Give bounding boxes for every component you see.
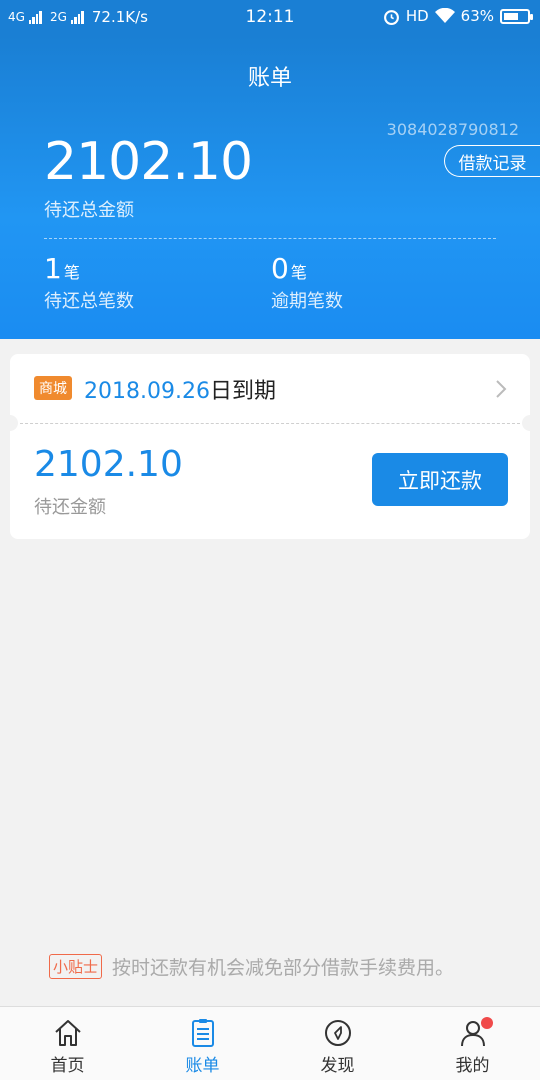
total-amount-label: 待还总金额 xyxy=(44,200,134,221)
pending-count-stat: 1笔 待还总笔数 xyxy=(44,252,134,313)
tab-home-label: 首页 xyxy=(50,1056,85,1076)
battery-icon xyxy=(500,8,533,24)
pending-count: 1 xyxy=(44,252,62,285)
card-divider xyxy=(20,423,520,424)
tab-discover[interactable]: 发现 xyxy=(270,1007,405,1080)
overdue-count-label: 逾期笔数 xyxy=(271,291,343,312)
tips-section: 小贴士 按时还款有机会减免部分借款手续费用。 xyxy=(49,953,454,980)
pending-count-unit: 笔 xyxy=(63,263,80,282)
wifi-icon xyxy=(434,8,455,23)
due-date-text: 2018.09.26日到期 xyxy=(84,373,276,405)
bill-card[interactable]: 商城 2018.09.26日到期 2102.10 待还金额 立即还款 xyxy=(2,354,538,539)
divider xyxy=(44,238,496,239)
loan-record-button[interactable]: 借款记录 xyxy=(444,145,540,177)
notification-dot xyxy=(481,1017,493,1029)
card-notch-right xyxy=(522,415,538,431)
card-notch-left xyxy=(2,415,18,431)
overdue-count-stat: 0笔 逾期笔数 xyxy=(271,252,343,313)
due-date: 2018.09.26 xyxy=(84,379,210,404)
bill-amount: 2102.10 xyxy=(34,444,183,485)
tab-bill[interactable]: 账单 xyxy=(135,1007,270,1080)
bill-icon xyxy=(191,1019,214,1047)
bottom-tab-bar: 首页 账单 发现 我的 xyxy=(0,1006,540,1080)
tab-bill-label: 账单 xyxy=(185,1056,220,1076)
compass-icon xyxy=(324,1020,351,1046)
account-number: 3084028790812 xyxy=(386,120,519,139)
overdue-count: 0 xyxy=(271,252,289,285)
home-icon xyxy=(54,1020,81,1046)
total-amount: 2102.10 xyxy=(44,132,253,192)
overdue-count-unit: 笔 xyxy=(290,263,307,282)
tips-badge: 小贴士 xyxy=(49,954,103,979)
tab-discover-label: 发现 xyxy=(320,1056,355,1076)
pending-count-label: 待还总笔数 xyxy=(44,291,134,312)
battery-percent: 63% xyxy=(460,7,494,25)
tab-home[interactable]: 首页 xyxy=(0,1007,135,1080)
pay-now-button[interactable]: 立即还款 xyxy=(372,453,508,506)
mall-tag: 商城 xyxy=(34,376,72,400)
alarm-icon xyxy=(383,9,399,25)
hd-label: HD xyxy=(405,7,429,25)
page-title: 账单 xyxy=(247,66,292,91)
status-bar: 4G 2G 72.1K/s 12:11 HD 63% xyxy=(0,0,540,36)
tips-text: 按时还款有机会减免部分借款手续费用。 xyxy=(112,957,455,979)
tab-mine[interactable]: 我的 xyxy=(405,1007,540,1080)
chevron-right-icon[interactable] xyxy=(494,378,508,400)
bill-amount-label: 待还金额 xyxy=(34,497,106,518)
tab-mine-label: 我的 xyxy=(455,1056,490,1076)
due-suffix: 日到期 xyxy=(209,379,276,404)
bill-summary-header: 账单 3084028790812 借款记录 2102.10 待还总金额 1笔 待… xyxy=(0,36,540,339)
